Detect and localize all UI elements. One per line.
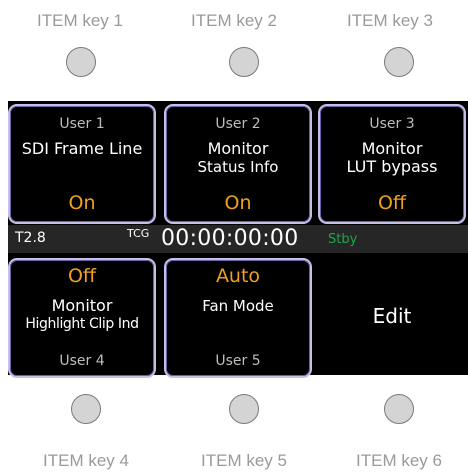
user-4-tile[interactable]: Off Monitor Highlight Clip Ind User 4: [8, 258, 156, 378]
tile-user-label: User 5: [215, 353, 261, 369]
item-key-1-button[interactable]: [66, 47, 96, 77]
item-key-2-label: ITEM key 2: [191, 11, 277, 30]
tile-value: Auto: [215, 265, 261, 287]
timecode-display: 00:00:00:00: [161, 226, 299, 251]
tile-value: On: [68, 192, 96, 214]
timecode-label: TCG: [127, 227, 150, 240]
tile-user-label: User 4: [59, 353, 105, 369]
user-5-tile[interactable]: Auto Fan Mode User 5: [164, 258, 312, 378]
tile-function-name: Fan Mode: [202, 297, 274, 315]
tile-function-name-line2: LUT bypass: [346, 157, 438, 176]
user-3-tile[interactable]: User 3 Monitor LUT bypass Off: [318, 104, 466, 224]
tile-function-name-line2: Highlight Clip Ind: [25, 316, 139, 332]
tile-function-name-line1: Monitor: [361, 139, 423, 158]
display-panel: User 1 SDI Frame Line On User 2 Monitor …: [8, 101, 468, 378]
tile-function-name: SDI Frame Line: [21, 139, 143, 158]
item-key-5-label: ITEM key 5: [201, 451, 287, 470]
item-key-3-label: ITEM key 3: [347, 11, 433, 30]
tile-user-label: User 1: [59, 116, 105, 132]
tile-value: On: [224, 192, 252, 214]
item-key-4-label: ITEM key 4: [43, 451, 129, 470]
item-key-2-button[interactable]: [229, 47, 259, 77]
user-2-tile[interactable]: User 2 Monitor Status Info On: [164, 104, 312, 224]
item-key-6-label: ITEM key 6: [356, 451, 442, 470]
edit-button[interactable]: Edit: [316, 256, 468, 376]
tile-user-label: User 2: [215, 116, 261, 132]
record-state: Stby: [328, 232, 358, 247]
tile-value: Off: [377, 192, 407, 214]
tile-function-name-line2: Status Info: [197, 158, 279, 176]
item-key-1-label: ITEM key 1: [37, 11, 123, 30]
tile-user-label: User 3: [369, 116, 415, 132]
item-key-4-button[interactable]: [71, 394, 101, 424]
item-key-3-button[interactable]: [384, 47, 414, 77]
user-1-tile[interactable]: User 1 SDI Frame Line On: [8, 104, 156, 224]
item-key-5-button[interactable]: [229, 394, 259, 424]
tile-value: Off: [67, 265, 97, 287]
iris-value: T2.8: [15, 230, 46, 246]
status-bar: T2.8 TCG 00:00:00:00 Stby: [8, 225, 468, 253]
item-key-6-button[interactable]: [384, 394, 414, 424]
tile-function-name-line1: Monitor: [51, 296, 113, 315]
tile-function-name-line1: Monitor: [207, 139, 269, 158]
